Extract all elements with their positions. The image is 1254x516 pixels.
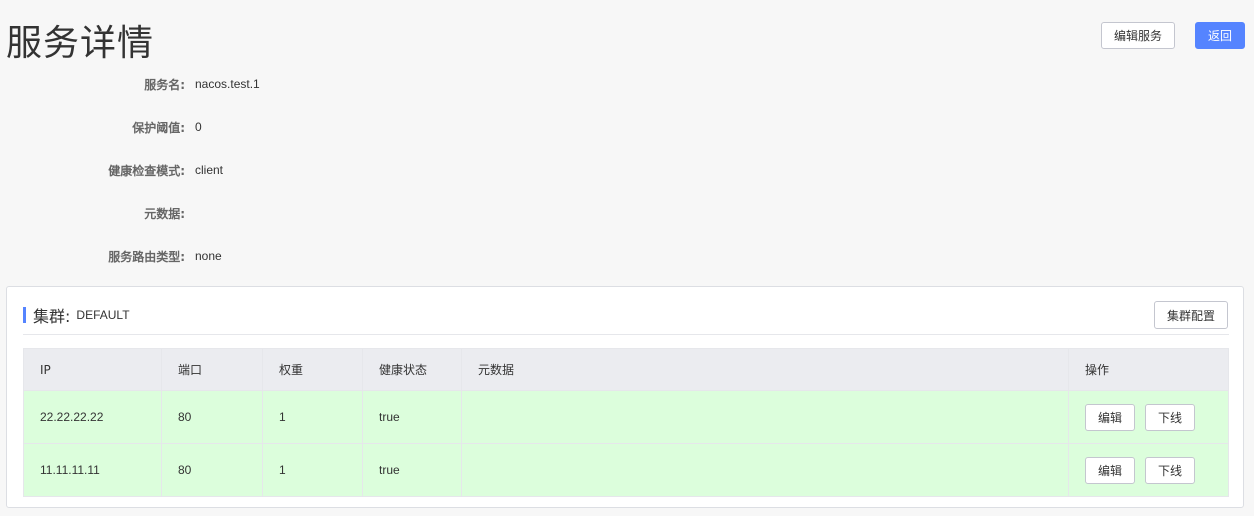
cluster-config-button[interactable]: 集群配置 (1154, 301, 1228, 329)
cluster-header: 集群: DEFAULT (23, 305, 130, 326)
column-header-metadata: 元数据 (461, 348, 1069, 391)
cell-health: true (362, 443, 462, 497)
edit-service-button[interactable]: 编辑服务 (1101, 22, 1175, 49)
protect-threshold-label: 保护阈值: (132, 120, 185, 135)
offline-instance-button[interactable]: 下线 (1145, 403, 1195, 431)
table-row: 22.22.22.22 80 1 true 编辑 下线 (23, 390, 1229, 444)
service-name-value: nacos.test.1 (195, 77, 260, 91)
health-check-mode-label: 健康检查模式: (108, 163, 185, 178)
cluster-name: DEFAULT (76, 308, 130, 322)
column-header-port: 端口 (161, 348, 263, 391)
cell-ip: 22.22.22.22 (23, 390, 162, 444)
cluster-accent-bar (23, 307, 26, 323)
table-header-row: IP 端口 权重 健康状态 元数据 操作 (23, 348, 1229, 391)
cell-weight: 1 (262, 390, 363, 444)
metadata-label: 元数据: (144, 206, 185, 221)
protect-threshold-row: 保护阈值: 0 (0, 118, 202, 136)
protect-threshold-value: 0 (195, 120, 202, 134)
edit-instance-button[interactable]: 编辑 (1085, 403, 1135, 431)
table-row: 11.11.11.11 80 1 true 编辑 下线 (23, 443, 1229, 497)
cell-health: true (362, 390, 462, 444)
service-name-row: 服务名: nacos.test.1 (0, 75, 260, 93)
column-header-ip: IP (23, 348, 162, 391)
back-button[interactable]: 返回 (1195, 22, 1245, 49)
column-header-weight: 权重 (262, 348, 363, 391)
cell-ip: 11.11.11.11 (23, 443, 162, 497)
cell-metadata (461, 390, 1069, 444)
cell-metadata (461, 443, 1069, 497)
instances-table: IP 端口 权重 健康状态 元数据 操作 22.22.22.22 80 1 tr… (23, 348, 1229, 497)
route-type-label: 服务路由类型: (108, 249, 185, 264)
cell-actions: 编辑 下线 (1068, 390, 1229, 444)
service-name-label: 服务名: (144, 77, 185, 92)
health-check-mode-row: 健康检查模式: client (0, 161, 223, 179)
cluster-label: 集群: (33, 307, 71, 326)
column-header-actions: 操作 (1068, 348, 1229, 391)
metadata-row: 元数据: (0, 204, 195, 222)
cell-port: 80 (161, 390, 263, 444)
route-type-value: none (195, 249, 222, 263)
page-title: 服务详情 (6, 23, 155, 64)
edit-instance-button[interactable]: 编辑 (1085, 456, 1135, 484)
cluster-card: 集群: DEFAULT 集群配置 IP 端口 权重 健康状态 元数据 操作 22… (6, 286, 1244, 508)
cell-port: 80 (161, 443, 263, 497)
health-check-mode-value: client (195, 163, 224, 177)
cell-actions: 编辑 下线 (1068, 443, 1229, 497)
cell-weight: 1 (262, 443, 363, 497)
route-type-row: 服务路由类型: none (0, 247, 222, 265)
column-header-health: 健康状态 (362, 348, 462, 391)
cluster-divider (23, 334, 1229, 335)
offline-instance-button[interactable]: 下线 (1145, 456, 1195, 484)
